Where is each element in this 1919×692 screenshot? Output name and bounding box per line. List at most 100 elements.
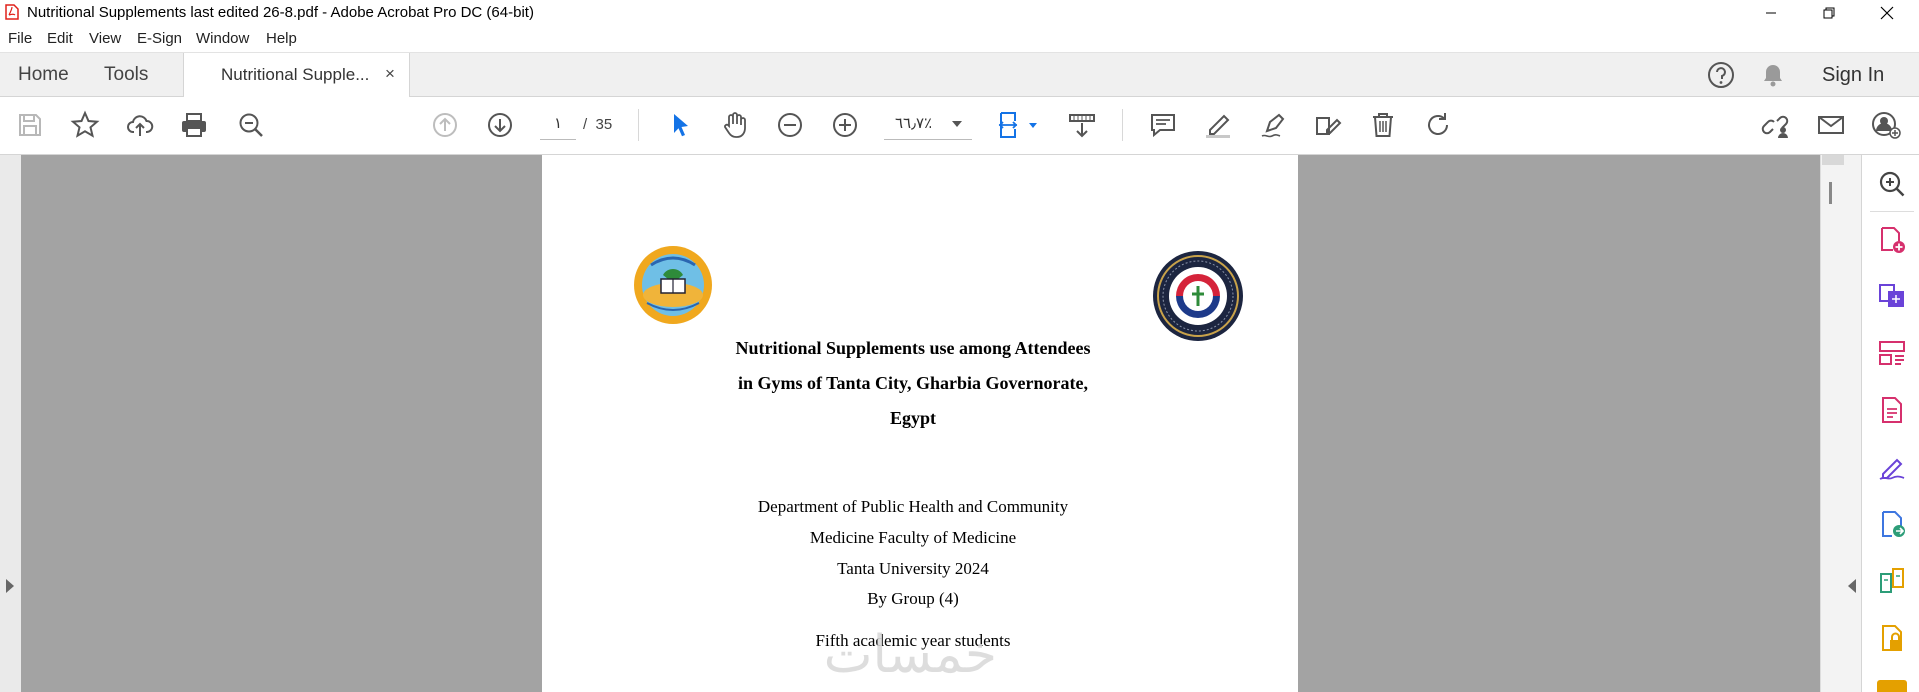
tools-divider <box>1870 211 1914 212</box>
window-title: Nutritional Supplements last edited 26-8… <box>27 4 534 21</box>
comment-button[interactable] <box>1146 108 1180 142</box>
chevron-down-icon <box>952 121 962 127</box>
share-link-button[interactable] <box>1759 108 1793 142</box>
collapse-right-panel-icon[interactable] <box>1848 579 1856 593</box>
fill-and-sign-icon[interactable] <box>1877 452 1907 482</box>
find-button[interactable] <box>234 108 268 142</box>
organize-pages-icon[interactable] <box>1877 338 1907 368</box>
fit-page-icon <box>998 112 1037 138</box>
zoom-search-icon[interactable] <box>1877 169 1907 199</box>
bookmark-button[interactable] <box>68 108 102 142</box>
hand-icon <box>724 112 746 138</box>
next-page-button[interactable] <box>483 108 517 142</box>
export-pdf-icon[interactable] <box>1877 281 1907 311</box>
minimize-button[interactable] <box>1748 0 1794 25</box>
toolbar-divider <box>1122 109 1123 141</box>
create-pdf-icon[interactable] <box>1877 225 1907 255</box>
print-button[interactable] <box>177 108 211 142</box>
highlighter-pen-icon <box>1206 114 1230 138</box>
delete-button[interactable] <box>1366 108 1400 142</box>
tab-tools[interactable]: Tools <box>104 64 148 86</box>
zoom-level-select[interactable]: ٦٦٫٧٪ <box>884 109 972 140</box>
left-panel-toggle-strip[interactable] <box>0 155 21 692</box>
scrollbar-top-cap <box>1822 155 1844 165</box>
edit-pdf-icon[interactable] <box>1877 395 1907 425</box>
right-tools-pane <box>1861 155 1919 692</box>
menu-window[interactable]: Window <box>196 30 249 47</box>
page-separator: / <box>583 116 588 133</box>
more-tools-icon[interactable] <box>1877 680 1907 692</box>
rotate-button[interactable] <box>1421 108 1455 142</box>
upload-cloud-button[interactable] <box>123 108 157 142</box>
close-tab-icon[interactable]: × <box>385 64 395 84</box>
faculty-seal-logo <box>1153 251 1243 341</box>
edit-document-icon <box>1316 117 1342 135</box>
minimize-icon <box>1766 12 1776 13</box>
menu-bar: File Edit View E-Sign Window Help <box>0 25 1919 53</box>
compare-files-icon[interactable] <box>1877 566 1907 596</box>
user-add-icon <box>1872 112 1901 139</box>
star-icon <box>70 110 100 138</box>
close-icon <box>1880 6 1894 19</box>
menu-help[interactable]: Help <box>266 30 297 47</box>
zoom-out-button[interactable] <box>773 108 807 142</box>
trash-icon <box>1373 113 1393 137</box>
document-viewport[interactable]: Nutritional Supplements use among Attend… <box>0 155 1820 692</box>
cursor-arrow-icon <box>674 114 688 137</box>
toolbar: ١ / 35 ٦٦٫٧٪ <box>0 97 1919 155</box>
watermark: خمسات <box>823 625 997 685</box>
arrow-down-circle-icon <box>488 113 512 137</box>
close-window-button[interactable] <box>1864 0 1910 25</box>
sign-in-link[interactable]: Sign In <box>1822 64 1884 87</box>
document-department: Department of Public Health and Communit… <box>757 497 1069 516</box>
document-group: By Group (4) <box>867 589 959 608</box>
cloud-upload-icon <box>127 115 154 136</box>
document-tab-label: Nutritional Supple... <box>221 65 370 84</box>
menu-view[interactable]: View <box>89 30 121 47</box>
vertical-scrollbar[interactable] <box>1820 155 1861 692</box>
tab-home[interactable]: Home <box>18 64 69 86</box>
draw-button[interactable] <box>1256 108 1290 142</box>
email-button[interactable] <box>1814 108 1848 142</box>
menu-edit[interactable]: Edit <box>47 30 73 47</box>
zoom-level-value: ٦٦٫٧٪ <box>895 115 933 132</box>
restore-button[interactable] <box>1806 0 1852 25</box>
scrollbar-thumb[interactable] <box>1829 182 1832 204</box>
previous-page-button[interactable] <box>428 108 462 142</box>
page-fit-button[interactable] <box>997 108 1041 142</box>
minus-circle-icon <box>778 113 802 137</box>
menu-esign[interactable]: E-Sign <box>137 30 182 47</box>
tab-document[interactable]: Nutritional Supple... × <box>183 53 410 97</box>
document-title-line-2: in Gyms of Tanta City, Gharbia Governora… <box>737 373 1088 393</box>
protect-pdf-icon[interactable] <box>1877 623 1907 653</box>
pdf-page: Nutritional Supplements use among Attend… <box>542 155 1298 692</box>
share-with-people-button[interactable] <box>1869 108 1903 142</box>
zoom-in-button[interactable] <box>828 108 862 142</box>
restore-icon <box>1823 7 1835 18</box>
toolbar-divider <box>638 109 639 141</box>
highlight-button[interactable] <box>1201 108 1235 142</box>
acrobat-app-icon <box>5 4 19 20</box>
document-university-year: Tanta University 2024 <box>837 559 989 578</box>
hand-tool-button[interactable] <box>718 108 752 142</box>
plus-circle-icon <box>833 113 857 137</box>
send-for-review-icon[interactable] <box>1877 509 1907 539</box>
notifications-bell-icon[interactable] <box>1760 62 1786 88</box>
select-tool-button[interactable] <box>663 108 697 142</box>
save-button[interactable] <box>13 108 47 142</box>
scroll-mode-button[interactable] <box>1065 108 1099 142</box>
link-person-icon <box>1761 115 1789 138</box>
rotate-clockwise-icon <box>1428 113 1448 135</box>
help-icon[interactable] <box>1707 61 1735 89</box>
title-bar: Nutritional Supplements last edited 26-8… <box>0 0 1919 25</box>
pen-nib-icon <box>1261 113 1285 138</box>
page-count: / 35 <box>583 116 612 133</box>
envelope-icon <box>1818 116 1844 134</box>
page-number-input[interactable]: ١ <box>540 109 576 140</box>
expand-left-panel-icon[interactable] <box>6 579 14 593</box>
fill-sign-button[interactable] <box>1311 108 1345 142</box>
menu-file[interactable]: File <box>8 30 32 47</box>
comment-icon <box>1151 114 1175 138</box>
document-title-line-3: Egypt <box>889 408 936 428</box>
search-zoom-icon <box>239 113 263 137</box>
